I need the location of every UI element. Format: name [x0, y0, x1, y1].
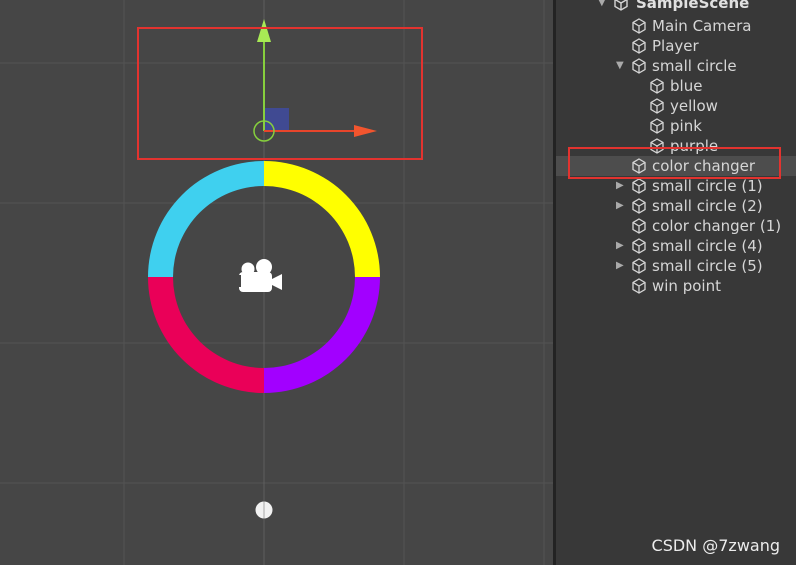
gameobject-cube-icon: [632, 278, 646, 294]
hierarchy-item-small-circle-5[interactable]: ▶ small circle (5): [556, 256, 796, 276]
ring-segment-pink[interactable]: [148, 277, 264, 393]
hierarchy-item-label: small circle (5): [652, 257, 763, 275]
hierarchy-item-label: win point: [652, 277, 721, 295]
collapse-arrow-icon[interactable]: ▶: [616, 259, 626, 273]
expand-arrow-icon[interactable]: ▼: [616, 59, 626, 73]
gameobject-cube-icon: [632, 178, 646, 194]
red-highlight-color-changer: [568, 147, 781, 179]
scene-view[interactable]: [0, 0, 553, 565]
hierarchy-item-label: small circle: [652, 57, 737, 75]
hierarchy-item-blue[interactable]: blue: [556, 76, 796, 96]
collapse-arrow-icon[interactable]: ▶: [616, 239, 626, 253]
gameobject-cube-icon: [632, 38, 646, 54]
hierarchy-panel[interactable]: ▼ SampleScene ⋮ Main Camera Player ▼ small …: [556, 0, 796, 565]
gameobject-cube-icon: [632, 58, 646, 74]
unity-scene-icon: [614, 0, 628, 11]
hierarchy-item-small-circle-1[interactable]: ▶ small circle (1): [556, 176, 796, 196]
hierarchy-item-label: yellow: [670, 97, 718, 115]
hierarchy-item-label: small circle (4): [652, 237, 763, 255]
hierarchy-item-player[interactable]: Player: [556, 36, 796, 56]
hierarchy-item-label: Main Camera: [652, 17, 752, 35]
hierarchy-item-label: Player: [652, 37, 699, 55]
expand-arrow-icon[interactable]: ▼: [598, 0, 608, 10]
collapse-arrow-icon[interactable]: ▶: [616, 179, 626, 193]
hierarchy-item-small-circle-2[interactable]: ▶ small circle (2): [556, 196, 796, 216]
hierarchy-item-main-camera[interactable]: Main Camera: [556, 16, 796, 36]
hierarchy-item-label: small circle (1): [652, 177, 763, 195]
scene-name: SampleScene: [636, 0, 750, 12]
ring-segment-blue[interactable]: [148, 161, 264, 277]
player-ball[interactable]: [255, 501, 273, 519]
hierarchy-item-small-circle[interactable]: ▼ small circle: [556, 56, 796, 76]
gameobject-cube-icon: [632, 18, 646, 34]
ring-segment-purple[interactable]: [264, 277, 380, 393]
scene-root-row[interactable]: ▼ SampleScene ⋮: [556, 0, 796, 13]
hierarchy-item-yellow[interactable]: yellow: [556, 96, 796, 116]
hierarchy-item-color-changer-1[interactable]: color changer (1): [556, 216, 796, 236]
gameobject-cube-icon: [650, 118, 664, 134]
gameobject-cube-icon: [632, 238, 646, 254]
hierarchy-item-label: blue: [670, 77, 703, 95]
hierarchy-item-label: small circle (2): [652, 197, 763, 215]
hierarchy-item-small-circle-4[interactable]: ▶ small circle (4): [556, 236, 796, 256]
hierarchy-item-label: pink: [670, 117, 702, 135]
hierarchy-item-win-point[interactable]: win point: [556, 276, 796, 296]
gameobject-cube-icon: [632, 198, 646, 214]
watermark: CSDN @7zwang: [651, 536, 780, 555]
hierarchy-item-pink[interactable]: pink: [556, 116, 796, 136]
ring-segment-yellow[interactable]: [264, 161, 380, 277]
movie-camera-icon: [238, 259, 282, 292]
gameobject-cube-icon: [632, 258, 646, 274]
red-highlight-gizmo: [137, 27, 423, 160]
gameobject-cube-icon: [632, 218, 646, 234]
gameobject-cube-icon: [650, 98, 664, 114]
collapse-arrow-icon[interactable]: ▶: [616, 199, 626, 213]
gameobject-cube-icon: [650, 78, 664, 94]
hierarchy-item-label: color changer (1): [652, 217, 782, 235]
